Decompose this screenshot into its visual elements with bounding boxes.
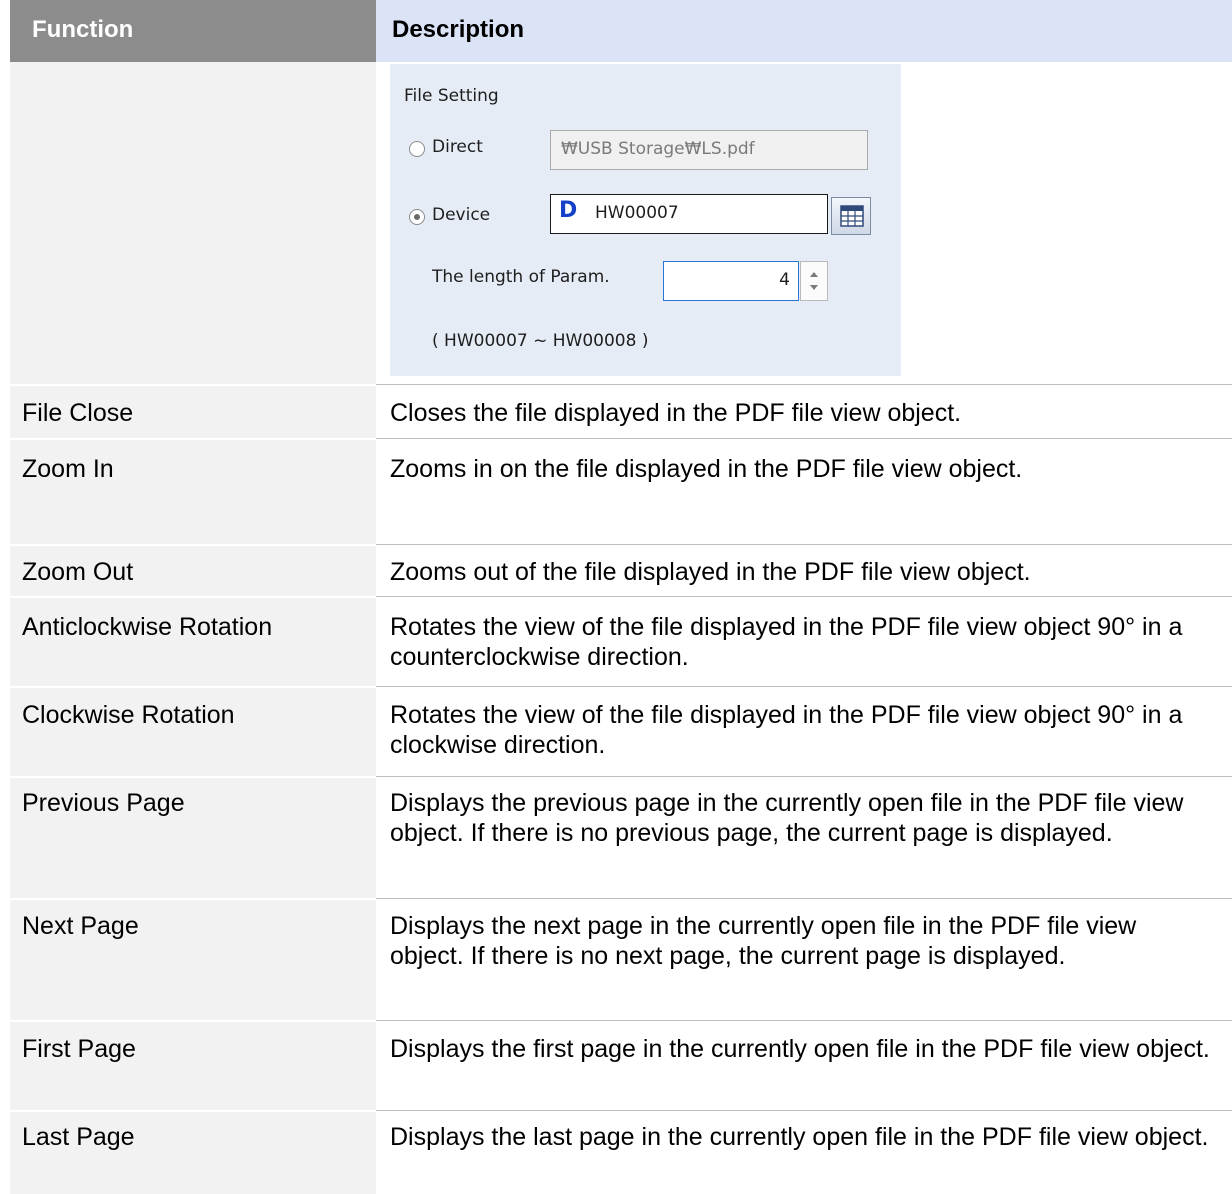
- description-text: Zooms out of the file displayed in the P…: [390, 558, 1031, 586]
- function-label: Last Page: [22, 1123, 135, 1151]
- description-cell: Displays the previous page in the curren…: [376, 788, 1232, 888]
- row-divider: [376, 898, 1232, 899]
- table-grid-icon: [840, 205, 864, 227]
- row-divider: [376, 1020, 1232, 1021]
- device-label[interactable]: Device: [432, 205, 490, 225]
- radio-selected-dot: [414, 214, 420, 220]
- description-text: Rotates the view of the file displayed i…: [390, 613, 1183, 671]
- file-setting-title: File Setting: [404, 86, 499, 106]
- function-label: Zoom In: [22, 455, 114, 483]
- description-text: Zooms in on the file displayed in the PD…: [390, 455, 1023, 483]
- param-length-label: The length of Param.: [432, 267, 610, 287]
- description-cell: Rotates the view of the file displayed i…: [376, 612, 1232, 682]
- description-cell: Displays the next page in the currently …: [376, 911, 1232, 1011]
- description-cell: Zooms in on the file displayed in the PD…: [376, 454, 1232, 494]
- function-label: Previous Page: [22, 789, 185, 817]
- direct-radio[interactable]: [409, 141, 425, 157]
- row-divider: [376, 544, 1232, 545]
- file-setting-panel: File Setting Direct ₩USB Storage₩LS.pdf …: [390, 64, 901, 376]
- function-label: First Page: [22, 1035, 136, 1063]
- description-text: Closes the file displayed in the PDF fil…: [390, 399, 962, 427]
- description-cell: Rotates the view of the file displayed i…: [376, 700, 1232, 770]
- description-cell: Closes the file displayed in the PDF fil…: [376, 398, 1232, 438]
- direct-path-field: ₩USB Storage₩LS.pdf: [550, 130, 868, 170]
- function-label: Anticlockwise Rotation: [22, 613, 273, 641]
- param-length-value: 4: [779, 270, 790, 290]
- row-divider: [376, 438, 1232, 439]
- function-label: Next Page: [22, 912, 139, 940]
- device-type-icon: D: [559, 198, 578, 223]
- description-cell: Displays the first page in the currently…: [376, 1034, 1232, 1104]
- device-field[interactable]: D HW00007: [550, 194, 828, 234]
- row-divider: [376, 776, 1232, 777]
- param-length-spinner[interactable]: [800, 261, 828, 301]
- description-text: Displays the next page in the currently …: [390, 912, 1137, 970]
- description-text: Rotates the view of the file displayed i…: [390, 701, 1183, 759]
- description-cell: Zooms out of the file displayed in the P…: [376, 557, 1232, 597]
- function-cell-file-setting: [10, 62, 376, 384]
- description-cell: Displays the last page in the currently …: [376, 1122, 1232, 1192]
- description-text: Displays the first page in the currently…: [390, 1035, 1210, 1063]
- device-range-text: ( HW00007 ~ HW00008 ): [432, 331, 649, 351]
- header-function: Function: [10, 0, 376, 62]
- direct-path-value: ₩USB Storage₩LS.pdf: [561, 139, 755, 159]
- row-divider: [376, 384, 1232, 385]
- spinner-arrows-icon: [810, 272, 818, 290]
- description-text: Displays the last page in the currently …: [390, 1123, 1209, 1151]
- description-text: Displays the previous page in the curren…: [390, 789, 1184, 847]
- direct-label[interactable]: Direct: [432, 137, 483, 157]
- device-table-button[interactable]: [831, 197, 871, 235]
- device-radio[interactable]: [409, 209, 425, 225]
- row-divider: [376, 1110, 1232, 1111]
- header-description: Description: [376, 0, 1232, 62]
- function-label: Zoom Out: [22, 558, 134, 586]
- row-divider: [376, 686, 1232, 687]
- param-length-input[interactable]: 4: [663, 261, 799, 301]
- function-label: Clockwise Rotation: [22, 701, 235, 729]
- device-value: HW00007: [595, 203, 679, 223]
- function-table: Function Description File Setting Direct…: [0, 0, 1232, 1194]
- function-label: File Close: [22, 399, 134, 427]
